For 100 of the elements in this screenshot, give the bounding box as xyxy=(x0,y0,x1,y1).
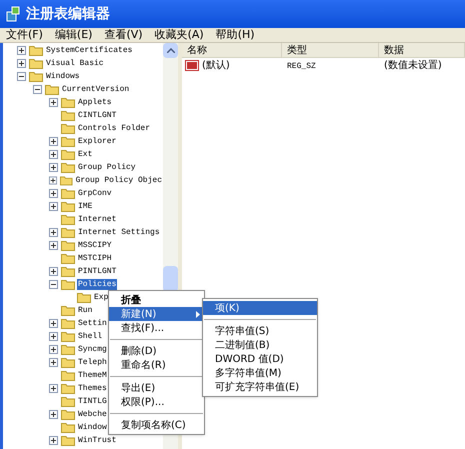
expand-icon[interactable] xyxy=(49,189,58,198)
folder-icon xyxy=(61,214,75,225)
tree-item[interactable]: Visual Basic xyxy=(45,58,105,69)
menu-item[interactable]: 多字符串值(M) xyxy=(203,366,317,380)
submenu-arrow-icon xyxy=(196,310,200,318)
menu-item[interactable]: 导出(E) xyxy=(109,381,204,395)
column-header[interactable]: 数据 xyxy=(379,43,465,57)
expand-icon[interactable] xyxy=(17,46,26,55)
tree-item[interactable]: IME xyxy=(77,201,94,212)
expand-icon[interactable] xyxy=(49,137,58,146)
tree-item[interactable]: Applets xyxy=(77,97,113,108)
tree-item[interactable]: Exp xyxy=(93,292,110,303)
expand-icon[interactable] xyxy=(49,163,58,172)
folder-icon xyxy=(61,149,75,160)
tree-item[interactable]: SystemCertificates xyxy=(45,45,134,56)
menu-item[interactable]: 帮助(H) xyxy=(216,26,255,44)
tree-item[interactable]: WinTrust xyxy=(77,435,118,446)
menu-item[interactable]: 项(K) xyxy=(203,301,317,315)
folder-icon xyxy=(29,45,43,56)
menu-item[interactable]: 可扩充字符串值(E) xyxy=(203,380,317,394)
expand-icon[interactable] xyxy=(49,345,58,354)
folder-icon xyxy=(61,162,75,173)
column-header[interactable]: 名称 xyxy=(182,43,282,57)
expand-icon[interactable] xyxy=(49,410,58,419)
folder-icon xyxy=(61,396,75,407)
folder-icon xyxy=(61,344,75,355)
tree-item[interactable]: Window xyxy=(77,422,108,433)
menu-item[interactable]: 二进制值(B) xyxy=(203,338,317,352)
folder-icon xyxy=(61,435,75,446)
menu-item[interactable]: 编辑(E) xyxy=(54,26,92,44)
expand-icon[interactable] xyxy=(49,358,58,367)
collapse-icon[interactable] xyxy=(33,85,42,94)
expand-icon[interactable] xyxy=(49,241,58,250)
folder-icon xyxy=(61,331,75,342)
tree-item[interactable]: Group Policy Objec xyxy=(74,175,163,186)
tree-item[interactable]: Internet xyxy=(77,214,118,225)
menu-item[interactable]: 折叠 xyxy=(109,293,204,307)
folder-icon xyxy=(61,318,75,329)
tree-item[interactable]: GrpConv xyxy=(77,188,113,199)
scroll-thumb[interactable] xyxy=(163,266,178,292)
folder-icon xyxy=(61,383,75,394)
tree-item[interactable]: ThemeM xyxy=(77,370,108,381)
collapse-icon[interactable] xyxy=(17,72,26,81)
tree-item[interactable]: CINTLGNT xyxy=(77,110,118,121)
folder-icon xyxy=(61,123,75,134)
folder-icon xyxy=(61,279,75,290)
folder-icon xyxy=(61,110,75,121)
folder-icon xyxy=(61,370,75,381)
tree-item[interactable]: Teleph xyxy=(77,357,108,368)
folder-icon xyxy=(61,136,75,147)
menu-item[interactable]: 复制项名称(C) xyxy=(109,418,204,432)
menu-item[interactable]: 新建(N) xyxy=(109,307,204,321)
expand-icon[interactable] xyxy=(49,267,58,276)
expand-icon[interactable] xyxy=(49,319,58,328)
tree-item[interactable]: CurrentVersion xyxy=(61,84,130,95)
tree-item[interactable]: Syncmg xyxy=(77,344,108,355)
tree-item[interactable]: Explorer xyxy=(77,136,118,147)
expand-icon[interactable] xyxy=(49,384,58,393)
menu-item[interactable]: 字符串值(S) xyxy=(203,324,317,338)
tree-item[interactable]: Windows xyxy=(45,71,81,82)
menu-item[interactable]: 收藏夹(A) xyxy=(154,26,204,44)
folder-icon xyxy=(61,253,75,264)
expand-icon[interactable] xyxy=(49,332,58,341)
collapse-icon[interactable] xyxy=(49,280,58,289)
tree-item[interactable]: Webche xyxy=(77,409,108,420)
tree-item[interactable]: Policies xyxy=(77,279,118,290)
app-icon xyxy=(5,6,21,22)
folder-icon xyxy=(29,58,43,69)
tree-item[interactable]: Group Policy xyxy=(77,162,137,173)
scroll-up-button[interactable] xyxy=(163,43,178,58)
expand-icon[interactable] xyxy=(49,98,58,107)
menu-item[interactable]: 删除(D) xyxy=(109,344,204,358)
expand-icon[interactable] xyxy=(49,202,58,211)
tree-item[interactable]: TINTLG xyxy=(77,396,108,407)
tree-item[interactable]: MSSCIPY xyxy=(77,240,113,251)
tree-item[interactable]: Settin xyxy=(77,318,108,329)
tree-item[interactable]: Shell xyxy=(77,331,104,342)
expand-icon[interactable] xyxy=(17,59,26,68)
menu-item[interactable]: DWORD 值(D) xyxy=(203,352,317,366)
column-header[interactable]: 类型 xyxy=(282,43,379,57)
menu-item[interactable]: 重命名(R) xyxy=(109,358,204,372)
tree-item[interactable]: Controls Folder xyxy=(77,123,152,134)
expand-icon[interactable] xyxy=(49,436,58,445)
folder-icon xyxy=(61,227,75,238)
expand-icon[interactable] xyxy=(49,176,58,185)
tree-item[interactable]: Run xyxy=(77,305,94,316)
menu-item[interactable]: 查看(V) xyxy=(104,26,143,44)
menu-item[interactable]: 权限(P)... xyxy=(109,395,204,409)
tree-item[interactable]: Themes xyxy=(77,383,108,394)
menu-item[interactable]: 查找(F)... xyxy=(109,321,204,335)
expand-icon[interactable] xyxy=(49,150,58,159)
table-cell: (数值未设置) xyxy=(384,60,442,71)
tree-item[interactable]: MSTCIPH xyxy=(77,253,113,264)
folder-icon xyxy=(61,266,75,277)
menu-item[interactable]: 文件(F) xyxy=(6,26,43,44)
tree-item[interactable]: Ext xyxy=(77,149,94,160)
folder-icon xyxy=(61,422,75,433)
tree-item[interactable]: PINTLGNT xyxy=(77,266,118,277)
tree-item[interactable]: Internet Settings xyxy=(77,227,161,238)
expand-icon[interactable] xyxy=(49,228,58,237)
